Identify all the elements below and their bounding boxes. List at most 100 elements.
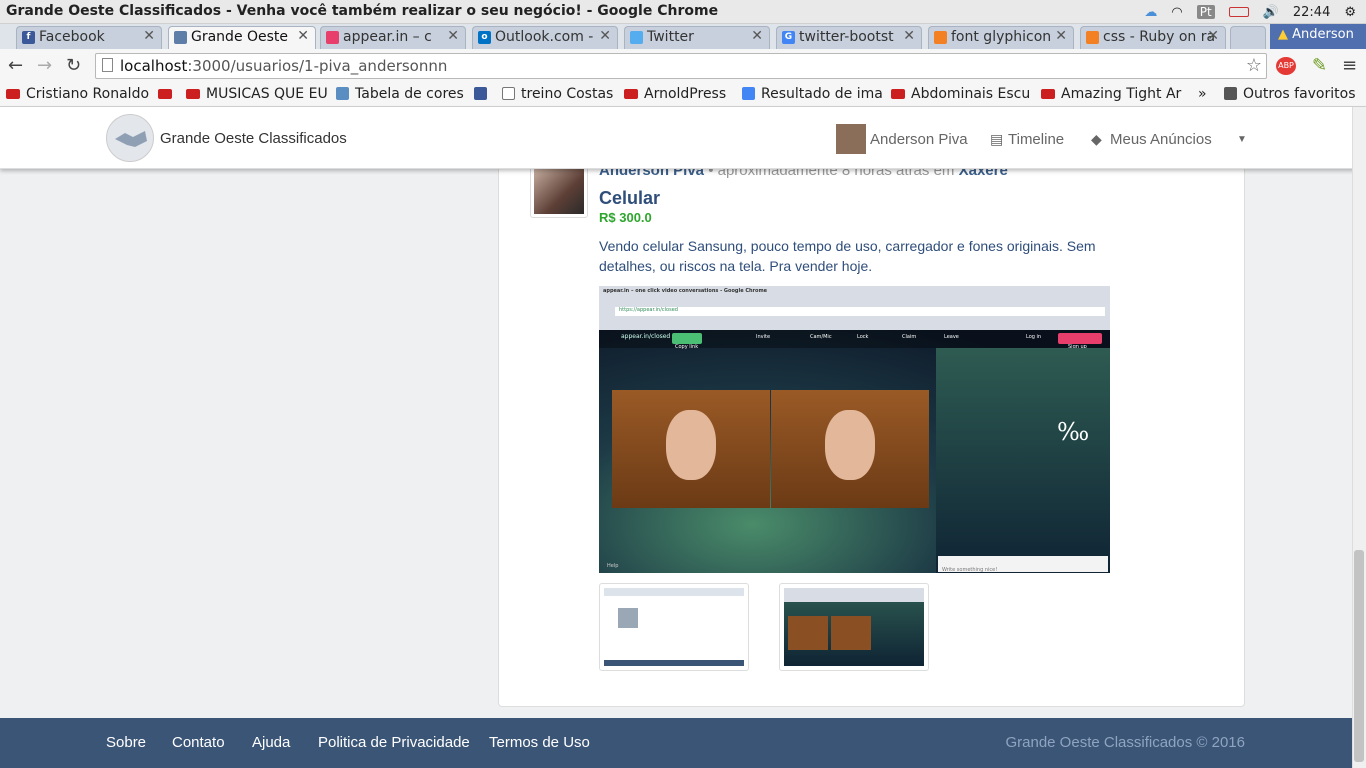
nav-my-ads[interactable]: Meus Anúncios	[1110, 131, 1212, 148]
bookmark-item[interactable]	[158, 86, 178, 102]
screenshot-cam: Cam/Mic	[810, 334, 832, 340]
tab-twitter-bootstrap[interactable]: Gtwitter-bootst ✕	[776, 26, 922, 49]
tag-icon: ◆	[1091, 131, 1102, 147]
outlook-icon: o	[478, 31, 491, 44]
url-bar[interactable]: localhost:3000/usuarios/1-piva_andersonn…	[95, 53, 1267, 79]
youtube-icon	[624, 89, 638, 99]
footer-link-contact[interactable]: Contato	[172, 734, 225, 751]
screenshot-claim: Claim	[902, 334, 917, 340]
screenshot-chat-panel	[936, 348, 1110, 573]
cloud-icon[interactable]: ☁	[1144, 5, 1157, 20]
close-icon[interactable]: ✕	[903, 28, 915, 44]
wifi-icon[interactable]: ◠	[1171, 5, 1182, 20]
close-icon[interactable]: ✕	[1055, 28, 1067, 44]
bookmark-item[interactable]: Cristiano Ronaldo	[6, 86, 149, 102]
google-icon: G	[782, 31, 795, 44]
page-icon	[102, 58, 113, 72]
ad-thumbnail[interactable]	[779, 583, 929, 671]
facebook-icon: f	[22, 31, 35, 44]
twitter-icon	[630, 31, 643, 44]
screenshot-leave: Leave	[944, 334, 959, 340]
footer-link-terms[interactable]: Termos de Uso	[489, 734, 590, 751]
tab-twitter[interactable]: Twitter ✕	[624, 26, 770, 49]
scrollbar-thumb[interactable]	[1354, 550, 1364, 762]
bookmark-item[interactable]: Amazing Tight Ar	[1041, 86, 1181, 102]
screenshot-lock: Lock	[857, 334, 869, 340]
system-tray: ☁ ◠ Pt 🔊 22:44 ⚙	[1144, 0, 1356, 24]
star-icon[interactable]: ☆	[1246, 55, 1262, 76]
bookmark-item[interactable]: Tabela de cores	[336, 86, 464, 102]
screenshot-invite: Invite	[756, 334, 771, 340]
volume-icon[interactable]: 🔊	[1263, 5, 1279, 20]
appear-icon	[326, 31, 339, 44]
bookmark-item[interactable]: treino Costas	[502, 86, 613, 102]
author-avatar[interactable]	[530, 163, 588, 218]
ad-title[interactable]: Celular	[599, 188, 660, 209]
youtube-icon	[186, 89, 200, 99]
menu-icon[interactable]: ≡	[1342, 55, 1357, 76]
close-icon[interactable]: ✕	[447, 28, 459, 44]
back-icon[interactable]: ←	[8, 55, 23, 76]
handshake-icon	[174, 31, 187, 44]
bookmark-item[interactable]: ArnoldPress	[624, 86, 726, 102]
clock[interactable]: 22:44	[1293, 5, 1330, 20]
page-icon	[502, 87, 515, 100]
facebook-icon	[474, 87, 487, 100]
user-avatar[interactable]	[836, 124, 866, 154]
tab-outlook[interactable]: o Outlook.com - ✕	[472, 26, 618, 49]
bookmark-item[interactable]: MUSICAS QUE EU	[186, 86, 328, 102]
tab-css-ruby[interactable]: css - Ruby on ra ✕	[1080, 26, 1226, 49]
other-bookmarks-folder[interactable]: Outros favoritos	[1224, 86, 1356, 102]
bookmark-item[interactable]: Abdominais Escu	[891, 86, 1030, 102]
ad-price: R$ 300.0	[599, 210, 652, 225]
youtube-icon	[158, 89, 172, 99]
keyboard-layout-badge[interactable]: Pt	[1196, 5, 1215, 19]
footer-link-privacy[interactable]: Politica de Privacidade	[318, 734, 470, 751]
stackoverflow-icon	[1086, 31, 1099, 44]
bookmarks-bar: Cristiano Ronaldo MUSICAS QUE EU Tabela …	[0, 83, 1366, 107]
tab-font-glyphicon[interactable]: font glyphicon ✕	[928, 26, 1074, 49]
tab-grande-oeste[interactable]: Grande Oeste ✕	[168, 26, 316, 49]
handshake-logo[interactable]	[106, 114, 154, 162]
footer-copyright: Grande Oeste Classificados © 2016	[1005, 734, 1245, 751]
close-icon[interactable]: ✕	[143, 28, 155, 44]
youtube-icon	[891, 89, 905, 99]
close-icon[interactable]: ✕	[1207, 28, 1219, 44]
bookmarks-overflow-button[interactable]: »	[1198, 86, 1207, 102]
warning-icon: ▲	[1278, 27, 1288, 42]
screenshot-copy-label: Copy link	[675, 344, 699, 350]
reload-icon[interactable]: ↻	[66, 55, 81, 76]
nav-user[interactable]: Anderson Piva	[870, 131, 968, 148]
youtube-icon	[6, 89, 20, 99]
screenshot-video-left	[612, 390, 770, 508]
footer-link-about[interactable]: Sobre	[106, 734, 146, 751]
adblock-icon[interactable]: ABP	[1276, 57, 1296, 75]
bookmark-item[interactable]	[474, 86, 493, 102]
screenshot-video-right	[771, 390, 929, 508]
youtube-icon	[1041, 89, 1055, 99]
screenshot-help: Help	[607, 563, 619, 569]
screenshot-copy-link: Copy link	[672, 333, 702, 350]
close-icon[interactable]: ✕	[751, 28, 763, 44]
close-icon[interactable]: ✕	[599, 28, 611, 44]
nav-timeline[interactable]: Timeline	[1008, 131, 1064, 148]
battery-icon[interactable]	[1228, 7, 1249, 17]
forward-icon[interactable]: →	[37, 55, 52, 76]
tab-appear[interactable]: appear.in – c ✕	[320, 26, 466, 49]
new-tab-button[interactable]	[1230, 26, 1266, 49]
extension-icon[interactable]: ✎	[1312, 55, 1327, 76]
image-icon	[336, 87, 349, 100]
profile-button[interactable]: ▲ Anderson	[1270, 24, 1366, 49]
bookmark-item[interactable]: Resultado de ima	[742, 86, 883, 102]
footer-link-help[interactable]: Ajuda	[252, 734, 290, 751]
screenshot-title: appear.in – one click video conversation…	[603, 288, 768, 294]
site-brand[interactable]: Grande Oeste Classificados	[160, 130, 347, 147]
screenshot-browser-chrome: appear.in – one click video conversation…	[599, 286, 1110, 330]
ad-thumbnail[interactable]	[599, 583, 749, 671]
stackoverflow-icon	[934, 31, 947, 44]
close-icon[interactable]: ✕	[297, 28, 309, 44]
gear-icon[interactable]: ⚙	[1344, 5, 1356, 20]
caret-down-icon[interactable]: ▼	[1237, 134, 1247, 145]
tab-facebook[interactable]: f Facebook ✕	[16, 26, 162, 49]
ad-main-image[interactable]: appear.in – one click video conversation…	[599, 286, 1110, 573]
